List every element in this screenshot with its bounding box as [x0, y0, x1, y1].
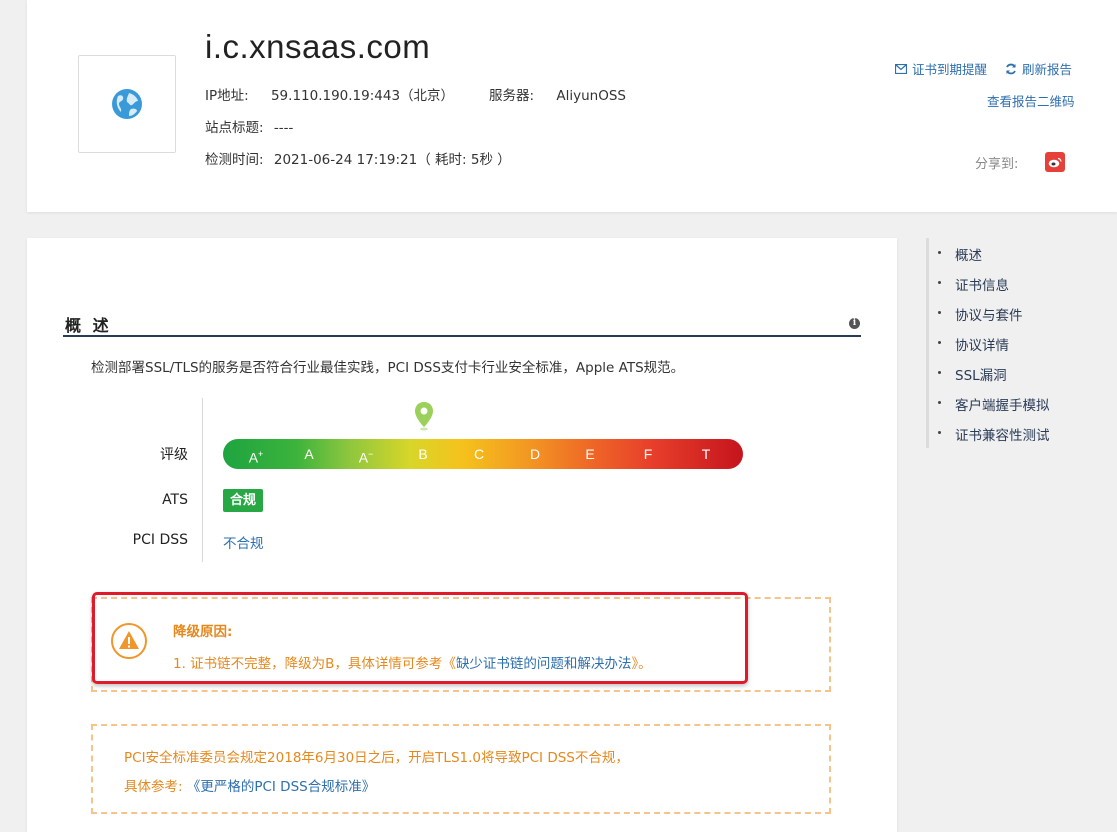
globe-icon — [112, 89, 142, 119]
cert-reminder-label: 证书到期提醒 — [912, 62, 988, 77]
grade-letter-C: C — [473, 446, 485, 462]
weibo-icon — [1048, 157, 1062, 168]
grade-letter-T: T — [701, 446, 711, 462]
toc-item-cert-info[interactable]: 证书信息 — [938, 274, 1009, 294]
downgrade-reason-prefix: 1. 证书链不完整，降级为B，具体详情可参考《 — [173, 656, 456, 672]
downgrade-warning-box — [91, 597, 831, 692]
toc-item-protocols-suites[interactable]: 协议与套件 — [938, 304, 1023, 324]
grade-marker-pin-icon — [415, 402, 433, 431]
pci-label: PCI DSS — [132, 532, 188, 548]
overview-description: 检测部署SSL/TLS的服务是否符合行业最佳实践，PCI DSS支付卡行业安全标… — [91, 360, 685, 376]
toc-item-ssl-vulnerabilities[interactable]: SSL漏洞 — [938, 364, 1007, 384]
rating-label: 评级 — [160, 447, 188, 463]
toc-item-overview[interactable]: 概述 — [938, 244, 982, 264]
section-divider — [63, 335, 861, 337]
check-time-value: 2021-06-24 17:19:21（ 耗时: 5秒 ） — [273, 152, 511, 168]
grade-letter-A: A — [304, 446, 314, 462]
info-icon[interactable]: i — [849, 318, 860, 329]
server-label: 服务器: — [489, 88, 535, 104]
ats-label: ATS — [162, 492, 188, 508]
toc-item-protocol-details[interactable]: 协议详情 — [938, 334, 1009, 354]
weibo-share-button[interactable] — [1045, 152, 1065, 172]
check-time-row: 检测时间: 2021-06-24 17:19:21（ 耗时: 5秒 ） — [205, 148, 511, 168]
ats-status-badge: 合规 — [223, 489, 264, 512]
site-domain-title: i.c.xnsaas.com — [205, 28, 431, 65]
check-time-label: 检测时间: — [205, 152, 264, 168]
mail-icon — [895, 63, 907, 74]
grade-letter-Aminus: A− — [358, 449, 374, 466]
toc-item-client-handshake[interactable]: 客户端握手模拟 — [938, 394, 1050, 414]
grade-letter-E: E — [585, 446, 595, 462]
downgrade-reason: 1. 证书链不完整，降级为B，具体详情可参考《缺少证书链的问题和解决办法》。 — [173, 652, 652, 672]
grade-scale-bar: A+ A A− B C D E F T — [223, 439, 743, 469]
grade-letter-F: F — [643, 446, 653, 462]
grade-letter-Aplus: A+ — [248, 449, 264, 466]
overview-card: 概 述 i 检测部署SSL/TLS的服务是否符合行业最佳实践，PCI DSS支付… — [27, 238, 897, 832]
pci-standard-link[interactable]: 《更严格的PCI DSS合规标准》 — [187, 779, 375, 795]
grade-letter-B: B — [418, 446, 428, 462]
refresh-report-label: 刷新报告 — [1022, 62, 1073, 77]
site-header-card: i.c.xnsaas.com IP地址: 59.110.190.19:443（北… — [27, 0, 1117, 212]
ip-label: IP地址: — [205, 88, 249, 104]
pci-notice-prefix: 具体参考: — [124, 779, 187, 795]
pci-notice-line2: 具体参考: 《更严格的PCI DSS合规标准》 — [124, 775, 375, 795]
label-divider — [202, 398, 203, 562]
server-value: AliyunOSS — [556, 88, 626, 104]
view-qr-link[interactable]: 查看报告二维码 — [987, 91, 1075, 110]
ip-row: IP地址: 59.110.190.19:443（北京） — [205, 84, 454, 104]
view-qr-label: 查看报告二维码 — [987, 94, 1075, 109]
section-title: 概 述 — [65, 316, 112, 335]
cert-reminder-link[interactable]: 证书到期提醒 — [895, 59, 987, 78]
ip-value: 59.110.190.19:443（北京） — [270, 88, 455, 104]
server-row: 服务器: AliyunOSS — [489, 84, 626, 104]
share-label: 分享到: — [975, 157, 1019, 172]
missing-chain-solution-link[interactable]: 缺少证书链的问题和解决办法 — [456, 656, 632, 672]
site-title-label: 站点标题: — [205, 120, 264, 136]
refresh-report-link[interactable]: 刷新报告 — [1005, 59, 1072, 78]
site-title-value: ---- — [273, 120, 294, 136]
site-title-row: 站点标题: ---- — [205, 116, 293, 136]
grade-letter-D: D — [529, 446, 541, 462]
pci-status-link[interactable]: 不合规 — [223, 532, 264, 552]
table-of-contents: 概述 证书信息 协议与套件 协议详情 SSL漏洞 客户端握手模拟 证书兼容性测试 — [926, 238, 1117, 448]
site-favicon-box — [78, 55, 176, 153]
toc-item-cert-compatibility[interactable]: 证书兼容性测试 — [938, 424, 1050, 444]
refresh-icon — [1006, 63, 1016, 74]
downgrade-reason-suffix: 》。 — [631, 656, 652, 672]
